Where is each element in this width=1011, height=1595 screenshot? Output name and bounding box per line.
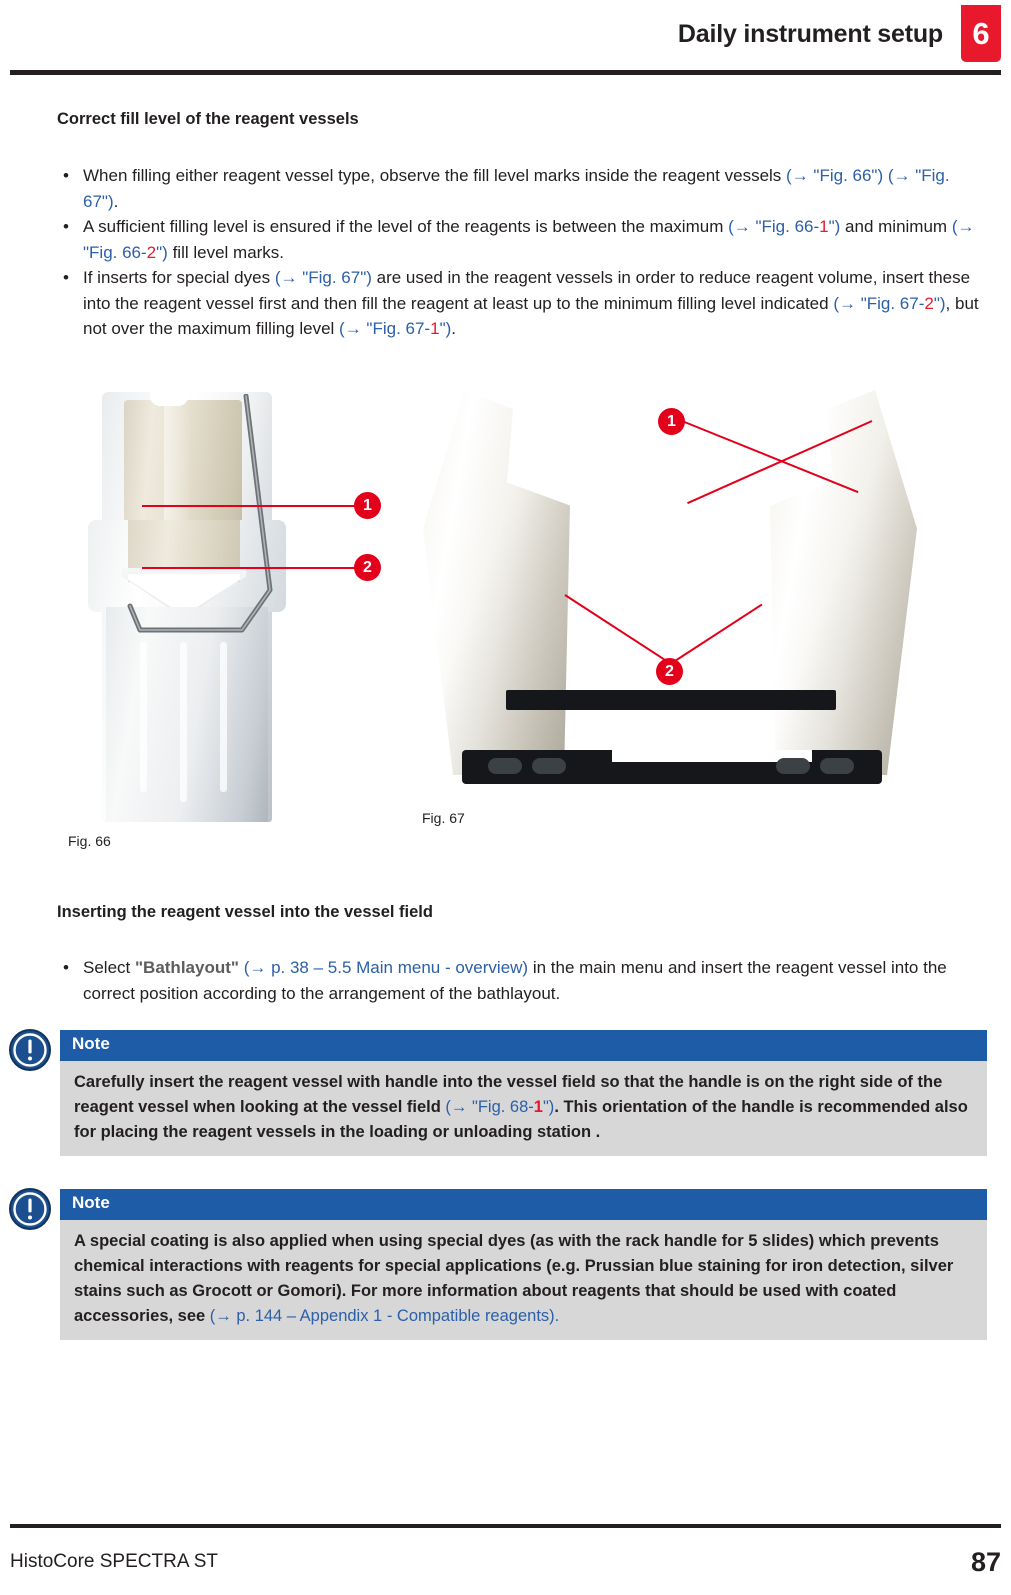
cross-reference-link[interactable]: "): [829, 217, 841, 236]
list-item: • Select "Bathlayout" (→ p. 38 – 5.5 Main…: [57, 955, 987, 1006]
note-box-1: Note Carefully insert the reagent vessel…: [60, 1030, 987, 1156]
cross-reference-link[interactable]: (→ "Fig. 67"): [275, 268, 372, 287]
figure-67-image: 1 2: [420, 390, 920, 810]
bullet-list-inserting: • Select "Bathlayout" (→ p. 38 – 5.5 Main…: [57, 955, 987, 1006]
note-info-icon: [9, 1029, 51, 1071]
note-box-2: Note A special coating is also applied w…: [60, 1189, 987, 1340]
list-item-text: Select: [83, 958, 135, 977]
section-heading-fill-level: Correct fill level of the reagent vessel…: [57, 110, 359, 128]
cross-reference-link[interactable]: 1: [430, 319, 439, 338]
insert-crossbar: [506, 690, 836, 710]
note-box-2-title: Note: [60, 1189, 987, 1220]
figure-66-leader-1: [142, 505, 355, 507]
cross-reference-link[interactable]: (→ "Fig. 67-: [833, 294, 924, 313]
figure-67-leader-2-left: [564, 594, 670, 664]
figure-67-callout-1: 1: [658, 408, 685, 435]
list-item-text: "Bathlayout": [134, 958, 239, 977]
note-box-2-body: A special coating is also applied when u…: [60, 1219, 987, 1340]
insert-left-arm-shading: [423, 390, 570, 775]
cross-reference-link[interactable]: "): [934, 294, 946, 313]
list-item-text: fill level marks.: [167, 242, 285, 262]
note-box-1-title: Note: [60, 1030, 987, 1061]
cross-reference-link[interactable]: "): [543, 1098, 554, 1116]
bullet-list-fill-level: • When filling either reagent vessel type…: [57, 163, 987, 342]
list-item-text: When filling either reagent vessel type,…: [83, 166, 787, 185]
figure-67-callout-2: 2: [656, 658, 683, 685]
insert-left-arm: [420, 390, 570, 775]
cross-reference-link[interactable]: (→ p. 38 – 5.5 Main menu - overview): [244, 958, 528, 977]
insert-right-arm: [770, 390, 920, 775]
insert-right-arm-shading: [770, 390, 917, 775]
insert-base-hole: [820, 758, 854, 774]
footer-page-number: 87: [970, 1547, 1001, 1577]
figure-area: 1 2 Fig. 66 1 2 Fig. 67: [0, 378, 1011, 878]
figure-66-leader-2: [142, 567, 355, 569]
list-item-text: .: [451, 319, 457, 338]
footer-product-name: HistoCore SPECTRA ST: [10, 1551, 218, 1572]
section-heading-inserting: Inserting the reagent vessel into the ve…: [57, 903, 433, 921]
list-item-text: If inserts for special dyes: [83, 268, 275, 287]
cross-reference-link[interactable]: 1: [534, 1098, 543, 1116]
figure-67-caption: Fig. 67: [422, 810, 465, 826]
insert-base-hole: [488, 758, 522, 774]
cross-reference-link[interactable]: 2: [924, 294, 933, 313]
header-divider: [10, 70, 1001, 75]
cross-reference-link[interactable]: (→ "Fig. 66-: [728, 217, 819, 236]
bullet-dot-icon: •: [63, 217, 69, 236]
cross-reference-link[interactable]: 2: [147, 243, 156, 262]
bullet-dot-icon: •: [63, 166, 69, 185]
insert-base-hole: [532, 758, 566, 774]
insert-base-frame: [462, 750, 882, 784]
page-title: Daily instrument setup: [677, 20, 943, 48]
bullet-dot-icon: •: [63, 958, 69, 977]
bullet-dot-icon: •: [63, 268, 69, 287]
reagent-vessel-wire-handle: [127, 394, 273, 633]
cross-reference-link[interactable]: "): [440, 319, 452, 338]
list-item-text: A sufficient filling level is ensured if…: [83, 217, 729, 236]
list-item: • A sufficient filling level is ensured i…: [57, 214, 987, 265]
footer-divider: [10, 1524, 1001, 1528]
list-item-text: .: [113, 191, 119, 211]
cross-reference-link[interactable]: (→ "Fig. 68-: [445, 1098, 533, 1116]
figure-66-callout-2: 2: [354, 554, 381, 581]
list-item-text: and minimum: [840, 217, 952, 236]
page-header: Daily instrument setup 6: [0, 0, 1011, 78]
chapter-number-badge: 6: [961, 5, 1001, 62]
cross-reference-link[interactable]: (→ "Fig. 67-: [339, 319, 430, 338]
cross-reference-link[interactable]: "): [156, 243, 168, 262]
figure-66-image: 1 2: [88, 390, 381, 822]
note-box-1-body: Carefully insert the reagent vessel with…: [60, 1060, 987, 1156]
figure-66-caption: Fig. 66: [68, 833, 111, 849]
note-info-icon: [9, 1188, 51, 1230]
cross-reference-link[interactable]: 1: [819, 217, 828, 236]
figure-66-callout-1: 1: [354, 492, 381, 519]
list-item: • If inserts for special dyes (→ "Fig. 67…: [57, 265, 987, 342]
list-item: • When filling either reagent vessel type…: [57, 163, 987, 214]
cross-reference-link[interactable]: (→ p. 144 – Appendix 1 - Compatible reag…: [210, 1307, 559, 1325]
insert-base-hole: [776, 758, 810, 774]
